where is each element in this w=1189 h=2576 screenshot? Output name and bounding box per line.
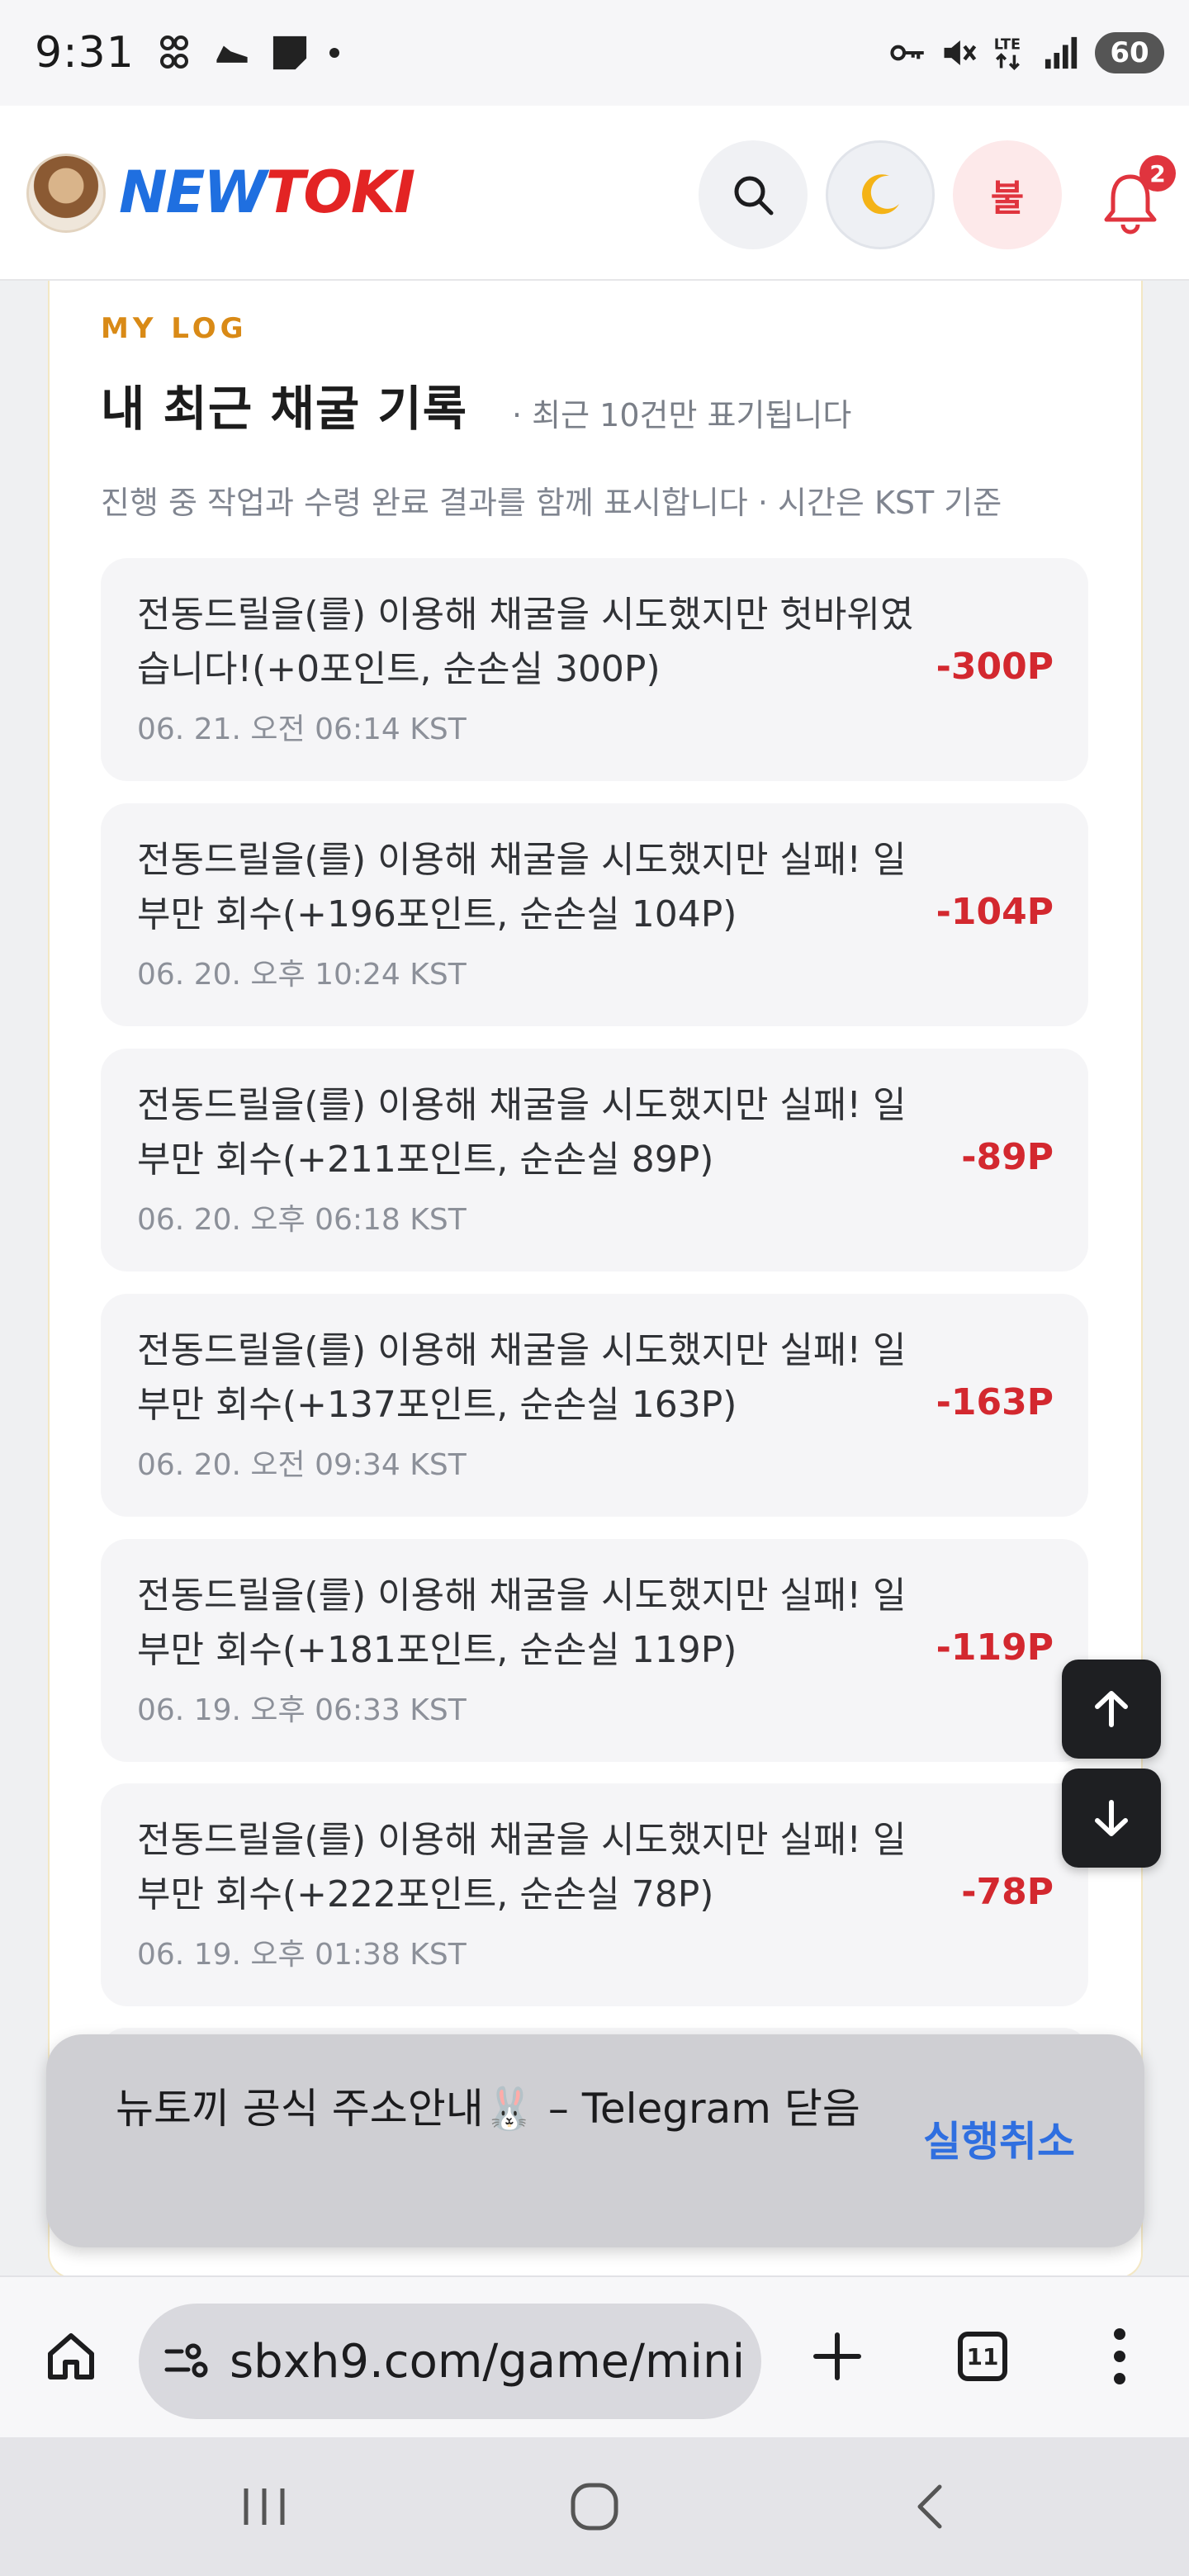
site-header: NEW TOKI 불 2	[0, 106, 1189, 281]
home-icon	[48, 2333, 94, 2379]
log-message: 전동드릴을(를) 이용해 채굴을 시도했지만 실패! 일부만 회수(+196포인…	[137, 839, 907, 935]
notification-button[interactable]: 2	[1103, 155, 1177, 238]
section-eyebrow: MY LOG	[101, 312, 248, 345]
arrow-down-icon	[1095, 1800, 1128, 1836]
svg-text:LTE: LTE	[994, 37, 1021, 54]
menu-dot-icon	[1114, 2328, 1125, 2341]
log-item: 전동드릴을(를) 이용해 채굴을 시도했지만 실패! 일부만 회수(+222포인…	[101, 1783, 1088, 2006]
snackbar-message: 뉴토끼 공식 주소안내🐰 – Telegram 닫음	[116, 2085, 860, 2133]
url-text: sbxh9.com/game/mini	[230, 2334, 746, 2389]
status-bar: 9:31 LTE 60	[0, 0, 1189, 106]
address-bar[interactable]: sbxh9.com/game/mini	[139, 2304, 761, 2419]
status-time: 9:31	[35, 28, 135, 78]
system-home-button[interactable]	[561, 2474, 628, 2540]
lte-icon: LTE	[992, 35, 1029, 71]
battery-indicator: 60	[1095, 32, 1164, 73]
more-menu-button[interactable]	[1103, 2323, 1136, 2389]
menu-dot-icon	[1114, 2350, 1125, 2362]
log-amount: -163P	[936, 1381, 1054, 1423]
recent-apps-button[interactable]	[231, 2474, 297, 2540]
home-button[interactable]	[38, 2323, 104, 2389]
status-bar-left: 9:31	[35, 28, 339, 78]
page-title: 내 최근 채굴 기록	[101, 381, 468, 437]
browser-toolbar: sbxh9.com/game/mini 11	[0, 2275, 1189, 2437]
log-message: 전동드릴을(를) 이용해 채굴을 시도했지만 실패! 일부만 회수(+137포인…	[137, 1329, 907, 1426]
scroll-bottom-button[interactable]	[1062, 1769, 1161, 1868]
site-logo[interactable]: NEW TOKI	[119, 157, 416, 228]
back-button[interactable]	[897, 2474, 963, 2540]
signal-icon	[1044, 35, 1080, 71]
log-item: 전동드릴을(를) 이용해 채굴을 시도했지만 실패! 일부만 회수(+181포인…	[101, 1539, 1088, 1762]
log-item: 전동드릴을(를) 이용해 채굴을 시도했지만 실패! 일부만 회수(+211포인…	[101, 1049, 1088, 1271]
log-amount: -104P	[936, 891, 1054, 933]
log-item: 전동드릴을(를) 이용해 채굴을 시도했지만 실패! 일부만 회수(+196포인…	[101, 803, 1088, 1026]
log-message: 전동드릴을(를) 이용해 채굴을 시도했지만 실패! 일부만 회수(+211포인…	[137, 1084, 907, 1181]
log-amount: -89P	[961, 1136, 1054, 1178]
log-timestamp: 06. 20. 오후 10:24 KST	[137, 958, 467, 992]
log-amount: -119P	[936, 1627, 1054, 1669]
section-description: 진행 중 작업과 수령 완료 결과를 함께 표시합니다 · 시간은 KST 기준	[101, 485, 1002, 521]
log-timestamp: 06. 19. 오후 06:33 KST	[137, 1693, 467, 1727]
logo-text-toki: TOKI	[265, 159, 416, 226]
log-message: 전동드릴을(를) 이용해 채굴을 시도했지만 실패! 일부만 회수(+181포인…	[137, 1574, 907, 1671]
arrow-up-icon	[1095, 1691, 1128, 1727]
mute-icon	[941, 35, 978, 71]
app-notification-icon	[156, 35, 192, 71]
search-button[interactable]	[699, 140, 808, 249]
snackbar: 뉴토끼 공식 주소안내🐰 – Telegram 닫음 실행취소	[46, 2034, 1144, 2247]
log-timestamp: 06. 19. 오후 01:38 KST	[137, 1938, 467, 1972]
log-timestamp: 06. 20. 오전 09:34 KST	[137, 1448, 467, 1482]
section-note: · 최근 10건만 표기됩니다	[512, 397, 852, 433]
tab-switcher-button[interactable]: 11	[958, 2332, 1007, 2381]
logo-avatar[interactable]	[26, 154, 106, 233]
notification-count-badge: 2	[1139, 155, 1176, 192]
system-navigation-bar	[0, 2437, 1189, 2576]
dark-mode-button[interactable]	[826, 140, 935, 249]
log-amount: -300P	[936, 646, 1054, 688]
shoe-icon	[214, 35, 250, 71]
log-message: 전동드릴을(를) 이용해 채굴을 시도했지만 헛바위였습니다!(+0포인트, 순…	[137, 594, 914, 690]
key-icon	[890, 35, 926, 71]
home-circle-icon	[571, 2483, 618, 2531]
fire-button[interactable]: 불	[953, 140, 1062, 249]
status-bar-right: LTE 60	[890, 32, 1164, 73]
logo-text-new: NEW	[119, 159, 268, 226]
plus-icon	[813, 2332, 861, 2380]
log-amount: -78P	[961, 1871, 1054, 1913]
site-settings-icon[interactable]	[163, 2343, 210, 2379]
recent-apps-icon	[244, 2488, 285, 2525]
undo-button[interactable]: 실행취소	[923, 2109, 1075, 2168]
back-chevron-icon	[917, 2484, 942, 2529]
note-icon	[272, 35, 308, 71]
log-item: 전동드릴을(를) 이용해 채굴을 시도했지만 헛바위였습니다!(+0포인트, 순…	[101, 558, 1088, 781]
moon-icon	[862, 174, 899, 215]
log-timestamp: 06. 20. 오후 06:18 KST	[137, 1203, 467, 1237]
log-item: 전동드릴을(를) 이용해 채굴을 시도했지만 실패! 일부만 회수(+137포인…	[101, 1294, 1088, 1517]
more-notifications-dot-icon	[329, 48, 339, 58]
new-tab-button[interactable]	[804, 2323, 870, 2389]
menu-dot-icon	[1114, 2372, 1125, 2384]
search-icon	[734, 176, 774, 215]
scroll-top-button[interactable]	[1062, 1660, 1161, 1759]
log-message: 전동드릴을(를) 이용해 채굴을 시도했지만 실패! 일부만 회수(+222포인…	[137, 1819, 907, 1915]
log-timestamp: 06. 21. 오전 06:14 KST	[137, 713, 467, 746]
